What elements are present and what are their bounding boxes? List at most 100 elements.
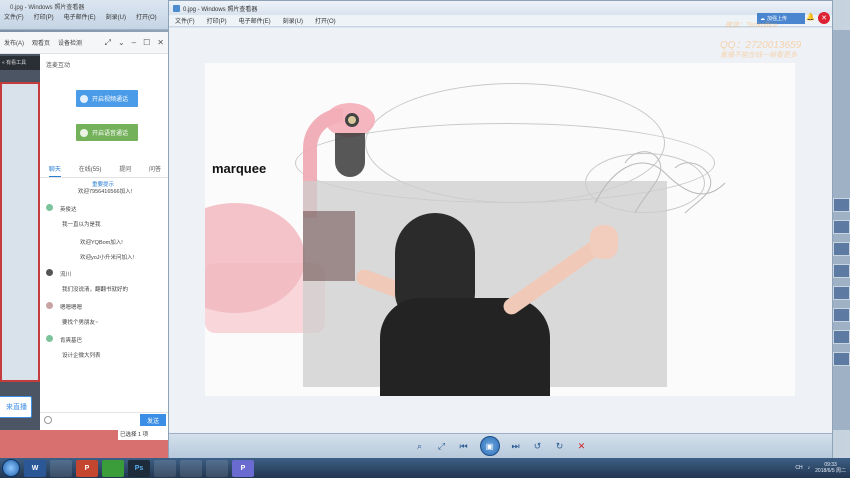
audio-call-label: 开启语音通话 bbox=[92, 131, 129, 137]
watermark-line: QQ：2720013659 bbox=[720, 40, 802, 51]
menu-print[interactable]: 打印(P) bbox=[34, 12, 54, 24]
start-live-button[interactable]: 来直播 bbox=[0, 396, 32, 418]
taskbar-app[interactable]: P bbox=[232, 459, 254, 477]
close-icon[interactable]: ✕ bbox=[157, 38, 164, 48]
close-icon[interactable]: ✕ bbox=[818, 12, 830, 24]
menu-burn[interactable]: 刻录(U) bbox=[283, 16, 303, 25]
emoji-icon[interactable] bbox=[44, 416, 52, 424]
chevron-down-icon[interactable]: ⌄ bbox=[118, 38, 125, 48]
toolbar-item-device[interactable]: 设备检测 bbox=[58, 38, 82, 47]
chat-message-text: 要找个男朋友~ bbox=[62, 320, 99, 326]
minimize-icon[interactable]: – bbox=[132, 38, 136, 48]
avatar bbox=[46, 335, 53, 342]
photo-viewer-icon bbox=[173, 4, 180, 12]
language-indicator[interactable]: CH bbox=[795, 465, 802, 471]
bell-icon[interactable]: 🔔 bbox=[806, 13, 815, 21]
viewer-title: 0.jpg - Windows 照片查看器 bbox=[183, 6, 258, 13]
chat-message-text: 设计企微大列表 bbox=[62, 353, 101, 359]
chat-tabs: 聊天 在线(55) 提问 问答 bbox=[40, 164, 170, 178]
watermark-line: 微信：Tenkoffice bbox=[725, 22, 778, 29]
sketch-figure bbox=[594, 151, 726, 214]
volume-icon[interactable]: ♪ bbox=[808, 465, 811, 471]
tab-questions[interactable]: 提问 bbox=[119, 164, 131, 177]
menu-print[interactable]: 打印(P) bbox=[207, 16, 227, 25]
taskbar-app[interactable] bbox=[206, 459, 228, 477]
taskbar-photoshop[interactable]: Ps bbox=[128, 459, 150, 477]
chat-username: 英俊达 bbox=[60, 207, 77, 213]
viewer-title-bar[interactable]: 0.jpg - Windows 照片查看器 bbox=[169, 1, 832, 15]
system-tray: CH ♪ 09:33 2018/6/5 周二 bbox=[795, 462, 850, 474]
windows-taskbar: W P Ps P CH ♪ 09:33 2018/6/5 周二 bbox=[0, 458, 850, 478]
maximize-icon[interactable]: ☐ bbox=[143, 38, 150, 48]
chat-message-text: 我一直以为是我 bbox=[62, 222, 101, 228]
clock-date: 2018/6/5 周二 bbox=[815, 468, 846, 474]
zoom-icon[interactable]: ⌕ bbox=[414, 440, 426, 452]
thumbnail[interactable] bbox=[833, 352, 850, 366]
next-icon[interactable]: ⏭ bbox=[510, 440, 522, 452]
toolbar-item-watch[interactable]: 观看页 bbox=[32, 38, 50, 47]
system-message: 欢迎yoJ小升米问加入! bbox=[80, 255, 135, 261]
fit-window-icon[interactable]: ⤢ bbox=[436, 440, 448, 452]
taskbar-word[interactable]: W bbox=[24, 459, 46, 477]
photo-caption-text: marquee bbox=[212, 161, 267, 176]
delete-icon[interactable]: ✕ bbox=[576, 440, 588, 452]
background-photo-viewer-window[interactable]: 0.jpg - Windows 照片查看器 文件(F) 打印(P) 电子邮件(E… bbox=[0, 0, 170, 30]
background-window-menubar: 文件(F) 打印(P) 电子邮件(E) 刻录(U) 打开(O) bbox=[0, 12, 157, 24]
displayed-photo: marquee bbox=[205, 63, 795, 396]
shared-screen-thumbnail bbox=[0, 82, 40, 382]
start-video-call-button[interactable]: 开启视频通话 bbox=[76, 90, 138, 107]
taskbar-app[interactable] bbox=[102, 459, 124, 477]
menu-open[interactable]: 打开(O) bbox=[315, 16, 336, 25]
menu-file[interactable]: 文件(F) bbox=[175, 16, 195, 25]
chat-username: 肯爽基巴 bbox=[60, 338, 83, 344]
tools-tab[interactable]: « 有看工具 bbox=[0, 56, 40, 70]
camera-icon bbox=[80, 94, 88, 103]
taskbar-powerpoint[interactable]: P bbox=[76, 459, 98, 477]
thumbnail[interactable] bbox=[833, 286, 850, 300]
rotate-right-icon[interactable]: ↻ bbox=[554, 440, 566, 452]
taskbar-app[interactable] bbox=[50, 459, 72, 477]
thumbnail[interactable] bbox=[833, 242, 850, 256]
tab-chat[interactable]: 聊天 bbox=[48, 164, 61, 177]
menu-email[interactable]: 电子邮件(E) bbox=[64, 12, 96, 24]
previous-icon[interactable]: ⏮ bbox=[458, 440, 470, 452]
video-call-label: 开启视频通话 bbox=[92, 97, 129, 103]
chat-username: 流川 bbox=[60, 272, 72, 278]
menu-open[interactable]: 打开(O) bbox=[136, 12, 157, 24]
thumbnail[interactable] bbox=[833, 220, 850, 234]
tab-online[interactable]: 在线(55) bbox=[79, 164, 102, 177]
toolbar-item-publish[interactable]: 发布(A) bbox=[4, 38, 24, 47]
chat-message-text: 我们没说清，翻翻书就好的 bbox=[62, 287, 129, 293]
system-message: 欢迎7956416566加入! bbox=[78, 189, 133, 195]
thumbnail[interactable] bbox=[833, 264, 850, 278]
thumbnail[interactable] bbox=[833, 198, 850, 212]
watermark-line: 直播不能在线一帧看更多 bbox=[720, 52, 797, 59]
monitor-in-photo bbox=[303, 211, 355, 281]
taskbar-photo-viewer[interactable] bbox=[180, 459, 202, 477]
chat-username: 嗯嗯嗯嗯 bbox=[60, 305, 83, 311]
person-body bbox=[380, 298, 550, 396]
chat-window-toolbar: 发布(A) 观看页 设备检测 ⤢ ⌄ – ☐ ✕ bbox=[0, 32, 170, 54]
thumbnail[interactable] bbox=[833, 330, 850, 344]
thumbnail[interactable] bbox=[833, 308, 850, 322]
microphone-icon bbox=[80, 128, 88, 137]
avatar bbox=[46, 204, 53, 211]
start-button[interactable] bbox=[2, 459, 20, 477]
viewer-bottom-toolbar: ⌕ ⤢ ⏮ ▣ ⏭ ↺ ↻ ✕ bbox=[169, 433, 832, 458]
tab-qa[interactable]: 问答 bbox=[149, 164, 161, 177]
rotate-left-icon[interactable]: ↺ bbox=[532, 440, 544, 452]
menu-email[interactable]: 电子邮件(E) bbox=[239, 16, 271, 25]
slideshow-button[interactable]: ▣ bbox=[479, 436, 500, 456]
menu-burn[interactable]: 刻录(U) bbox=[106, 12, 126, 24]
send-button[interactable]: 发送 bbox=[140, 414, 166, 426]
system-message: 欢迎YQBom加入! bbox=[80, 240, 123, 246]
expand-icon[interactable]: ⤢ bbox=[105, 38, 111, 48]
clock[interactable]: 09:33 2018/6/5 周二 bbox=[815, 462, 846, 474]
taskbar-app[interactable] bbox=[154, 459, 176, 477]
right-thumbnail-strip bbox=[833, 30, 850, 430]
start-audio-call-button[interactable]: 开启语音通话 bbox=[76, 124, 138, 141]
flamingo-beak bbox=[335, 133, 365, 177]
avatar bbox=[46, 302, 53, 309]
menu-file[interactable]: 文件(F) bbox=[4, 12, 24, 24]
selection-status: 已选择 1 项 bbox=[118, 430, 168, 440]
